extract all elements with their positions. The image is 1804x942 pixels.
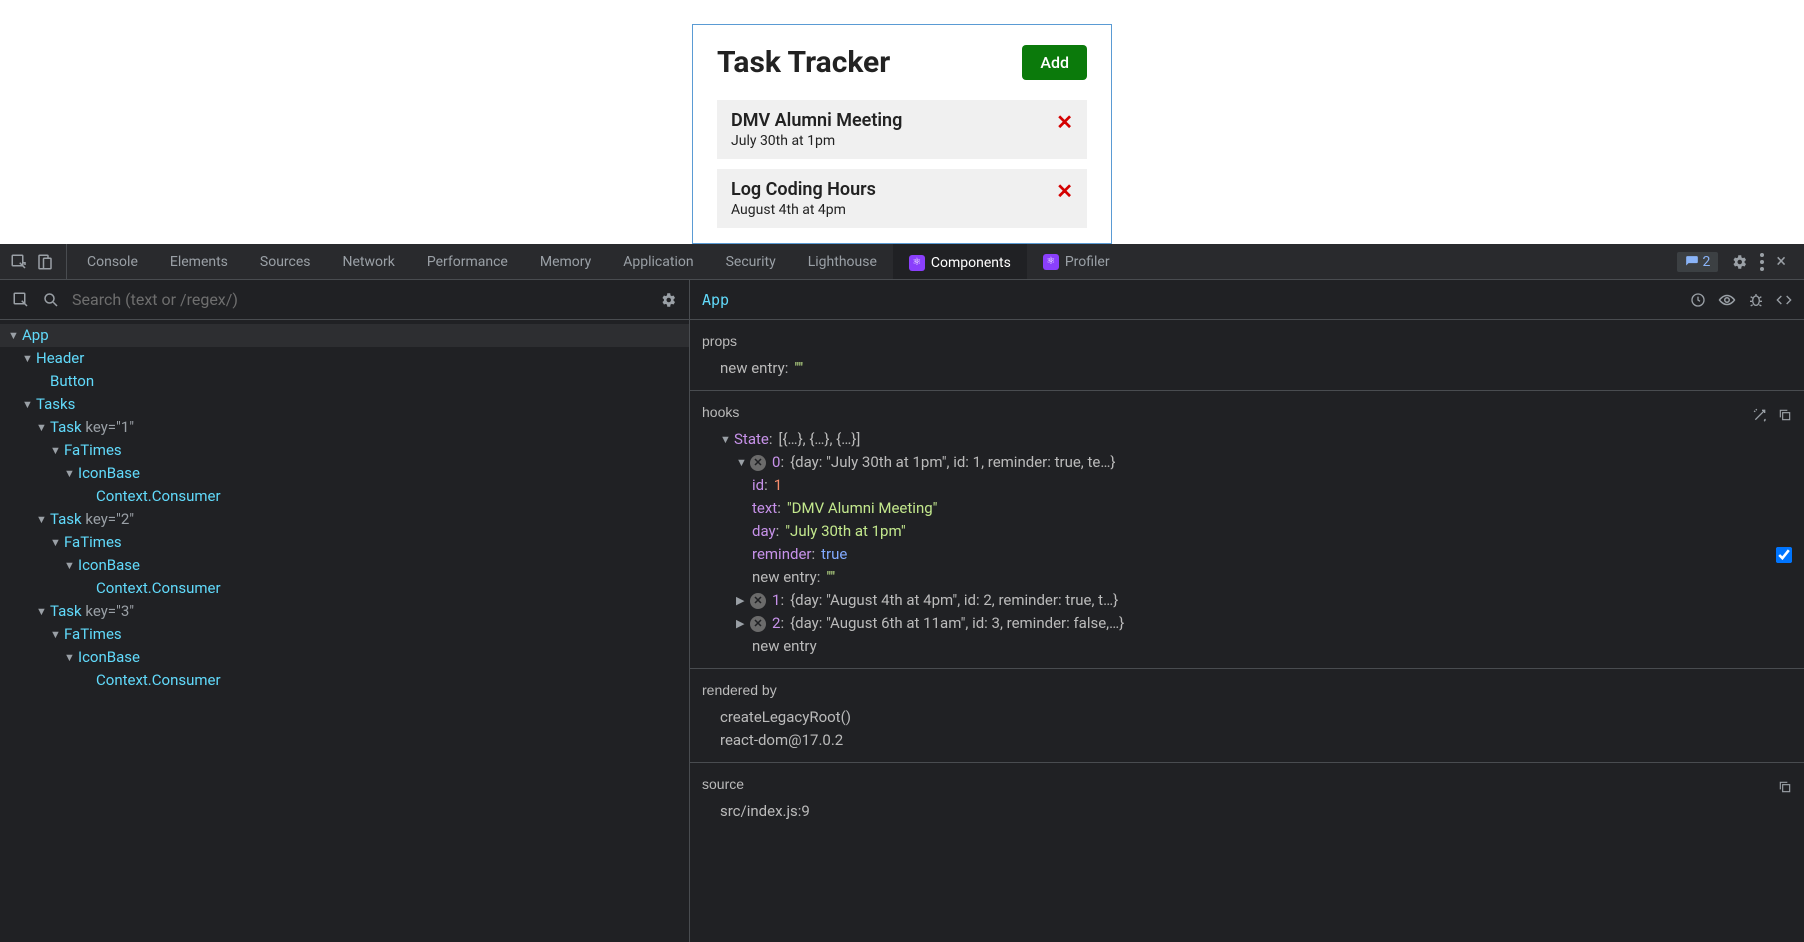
tree-node-fatimes[interactable]: ▼FaTimes bbox=[0, 439, 689, 462]
delete-task-icon[interactable]: ✕ bbox=[1056, 112, 1073, 132]
prop-reminder[interactable]: reminder: true bbox=[702, 543, 1792, 566]
delete-task-icon[interactable]: ✕ bbox=[1056, 181, 1073, 201]
state-item-2[interactable]: ▶✕2: {day: "August 6th at 11am", id: 3, … bbox=[702, 612, 1792, 635]
task-day: August 4th at 4pm bbox=[731, 202, 876, 218]
select-element-icon[interactable] bbox=[12, 291, 30, 309]
props-section: props new entry: "" bbox=[690, 320, 1804, 391]
tree-node-iconbase[interactable]: ▼IconBase bbox=[0, 646, 689, 669]
tree-node-button[interactable]: ▼Button bbox=[0, 370, 689, 393]
tree-node-iconbase[interactable]: ▼IconBase bbox=[0, 462, 689, 485]
components-tree-panel: ▼App ▼Header ▼Button ▼Tasks ▼Task key="1… bbox=[0, 280, 690, 942]
copy-icon[interactable] bbox=[1778, 780, 1792, 794]
state-item-0[interactable]: ▼✕0: {day: "July 30th at 1pm", id: 1, re… bbox=[702, 451, 1792, 474]
debug-icon[interactable] bbox=[1748, 292, 1764, 308]
reminder-checkbox[interactable] bbox=[1776, 547, 1792, 563]
component-inspector-panel: App props new entry: "" hooks bbox=[690, 280, 1804, 942]
component-search-input[interactable] bbox=[72, 290, 647, 309]
react-icon: ⚛ bbox=[1043, 254, 1059, 270]
rendered-by-line[interactable]: createLegacyRoot() bbox=[702, 706, 1792, 729]
tree-node-app[interactable]: ▼App bbox=[0, 324, 689, 347]
delete-entry-icon[interactable]: ✕ bbox=[750, 593, 766, 609]
tree-node-task[interactable]: ▼Task key="1" bbox=[0, 416, 689, 439]
tree-node-consumer[interactable]: Context.Consumer bbox=[0, 577, 689, 600]
new-entry-row[interactable]: new entry: "" bbox=[702, 357, 1792, 380]
new-entry-row[interactable]: new entry: "" bbox=[702, 566, 1792, 589]
tab-console[interactable]: Console bbox=[71, 244, 154, 279]
hooks-section: hooks ▼State: [{…}, {…}, {…}] ▼✕0: {day:… bbox=[690, 391, 1804, 669]
device-toolbar-icon[interactable] bbox=[36, 253, 54, 271]
close-devtools-icon[interactable]: × bbox=[1776, 251, 1786, 272]
tree-node-header[interactable]: ▼Header bbox=[0, 347, 689, 370]
tree-node-iconbase[interactable]: ▼IconBase bbox=[0, 554, 689, 577]
delete-entry-icon[interactable]: ✕ bbox=[750, 616, 766, 632]
rendered-by-section: rendered by createLegacyRoot() react-dom… bbox=[690, 669, 1804, 763]
task-text: Log Coding Hours bbox=[731, 179, 876, 200]
tab-network[interactable]: Network bbox=[327, 244, 411, 279]
tab-security[interactable]: Security bbox=[710, 244, 792, 279]
react-icon: ⚛ bbox=[909, 255, 925, 271]
task-text: DMV Alumni Meeting bbox=[731, 110, 902, 131]
tab-memory[interactable]: Memory bbox=[524, 244, 607, 279]
settings-gear-icon[interactable] bbox=[1730, 253, 1748, 271]
task-day: July 30th at 1pm bbox=[731, 133, 902, 149]
magic-wand-icon[interactable] bbox=[1752, 407, 1768, 423]
tab-profiler[interactable]: ⚛ Profiler bbox=[1027, 244, 1126, 279]
state-row[interactable]: ▼State: [{…}, {…}, {…}] bbox=[702, 428, 1792, 451]
tab-lighthouse[interactable]: Lighthouse bbox=[792, 244, 893, 279]
tree-node-consumer[interactable]: Context.Consumer bbox=[0, 669, 689, 692]
new-entry-row[interactable]: new entry bbox=[702, 635, 1792, 658]
tab-components[interactable]: ⚛ Components bbox=[893, 244, 1027, 279]
suspend-icon[interactable] bbox=[1690, 292, 1706, 308]
search-icon bbox=[42, 291, 60, 309]
devtools: Console Elements Sources Network Perform… bbox=[0, 244, 1804, 942]
task-tracker-card: Task Tracker Add DMV Alumni Meeting July… bbox=[692, 24, 1112, 244]
issues-badge[interactable]: 2 bbox=[1677, 252, 1719, 272]
devtools-tab-bar: Console Elements Sources Network Perform… bbox=[0, 244, 1804, 280]
delete-entry-icon[interactable]: ✕ bbox=[750, 455, 766, 471]
app-title: Task Tracker bbox=[717, 45, 890, 80]
tree-node-task[interactable]: ▼Task key="2" bbox=[0, 508, 689, 531]
prop-day[interactable]: day: "July 30th at 1pm" bbox=[702, 520, 1792, 543]
source-section: source src/index.js:9 bbox=[690, 763, 1804, 833]
tab-performance[interactable]: Performance bbox=[411, 244, 524, 279]
tree-node-fatimes[interactable]: ▼FaTimes bbox=[0, 531, 689, 554]
tree-node-fatimes[interactable]: ▼FaTimes bbox=[0, 623, 689, 646]
tab-sources[interactable]: Sources bbox=[244, 244, 327, 279]
add-button[interactable]: Add bbox=[1022, 45, 1087, 80]
state-item-1[interactable]: ▶✕1: {day: "August 4th at 4pm", id: 2, r… bbox=[702, 589, 1792, 612]
tree-node-task[interactable]: ▼Task key="3" bbox=[0, 600, 689, 623]
inspect-dom-icon[interactable] bbox=[1718, 292, 1736, 308]
panel-settings-icon[interactable] bbox=[659, 291, 677, 309]
tree-node-consumer[interactable]: Context.Consumer bbox=[0, 485, 689, 508]
inspected-component-name: App bbox=[702, 291, 729, 309]
copy-icon[interactable] bbox=[1778, 407, 1792, 423]
prop-id[interactable]: id: 1 bbox=[702, 474, 1792, 497]
task-item[interactable]: Log Coding Hours August 4th at 4pm ✕ bbox=[717, 169, 1087, 228]
view-source-icon[interactable] bbox=[1776, 292, 1792, 308]
more-menu-icon[interactable] bbox=[1760, 253, 1764, 271]
tab-elements[interactable]: Elements bbox=[154, 244, 244, 279]
source-line[interactable]: src/index.js:9 bbox=[702, 800, 1792, 823]
tab-application[interactable]: Application bbox=[607, 244, 709, 279]
prop-text[interactable]: text: "DMV Alumni Meeting" bbox=[702, 497, 1792, 520]
task-item[interactable]: DMV Alumni Meeting July 30th at 1pm ✕ bbox=[717, 100, 1087, 159]
inspect-element-icon[interactable] bbox=[10, 253, 28, 271]
rendered-app-area: Task Tracker Add DMV Alumni Meeting July… bbox=[0, 0, 1804, 244]
tree-node-tasks[interactable]: ▼Tasks bbox=[0, 393, 689, 416]
rendered-by-line[interactable]: react-dom@17.0.2 bbox=[702, 729, 1792, 752]
